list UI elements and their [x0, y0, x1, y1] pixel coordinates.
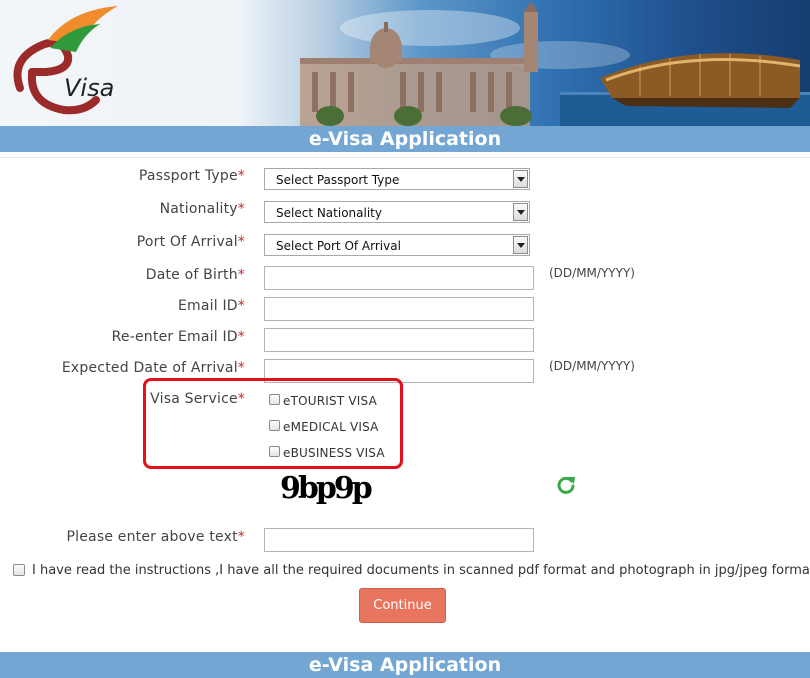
footer-title: e-Visa Application [0, 652, 810, 678]
captcha-input-label: Please enter above text* [66, 529, 245, 545]
date-of-birth-input[interactable] [264, 266, 534, 290]
reenter-email-label: Re-enter Email ID* [111, 329, 245, 345]
port-of-arrival-label: Port Of Arrival* [136, 234, 245, 250]
port-of-arrival-select[interactable]: Select Port Of Arrival [264, 234, 530, 256]
visa-service-label: Visa Service* [150, 391, 245, 407]
emedical-label[interactable]: eMEDICAL VISA [283, 420, 379, 434]
etourist-label[interactable]: eTOURIST VISA [283, 394, 377, 408]
banner-image: Visa [13, 2, 810, 126]
refresh-icon[interactable] [556, 475, 576, 495]
email-input[interactable] [264, 297, 534, 321]
dropdown-arrow-icon[interactable] [513, 203, 528, 221]
ebusiness-label[interactable]: eBUSINESS VISA [283, 446, 385, 460]
date-of-birth-hint: (DD/MM/YYYY) [549, 266, 635, 280]
expected-arrival-label: Expected Date of Arrival* [61, 360, 245, 376]
passport-type-select[interactable]: Select Passport Type [264, 168, 530, 190]
dropdown-arrow-icon[interactable] [513, 236, 528, 254]
page-title: e-Visa Application [0, 126, 810, 152]
captcha-image: 9bp9p [280, 471, 373, 506]
email-label: Email ID* [177, 298, 245, 314]
emedical-checkbox[interactable] [269, 420, 280, 431]
date-of-birth-label: Date of Birth* [145, 267, 245, 283]
logo-text: Visa [64, 74, 114, 102]
agreement-checkbox[interactable] [13, 564, 25, 576]
dropdown-arrow-icon[interactable] [513, 170, 528, 188]
captcha-input[interactable] [264, 528, 534, 552]
agreement-text: I have read the instructions ,I have all… [32, 563, 810, 578]
nationality-label: Nationality* [159, 201, 245, 217]
ebusiness-checkbox[interactable] [269, 446, 280, 457]
nationality-select[interactable]: Select Nationality [264, 201, 530, 223]
etourist-checkbox[interactable] [269, 394, 280, 405]
reenter-email-input[interactable] [264, 328, 534, 352]
continue-button[interactable]: Continue [359, 588, 446, 623]
expected-arrival-hint: (DD/MM/YYYY) [549, 359, 635, 373]
passport-type-label: Passport Type* [138, 168, 245, 184]
divider [0, 157, 810, 158]
header-banner: Visa [0, 0, 810, 126]
